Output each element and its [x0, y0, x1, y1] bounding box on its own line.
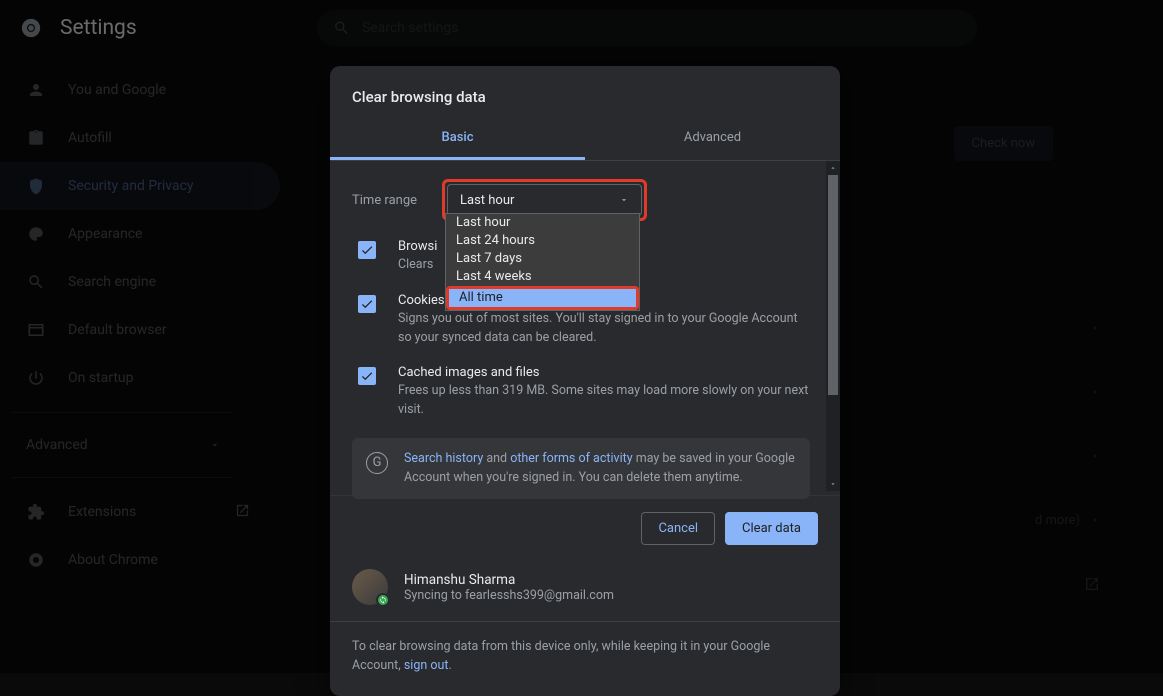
- option-desc: Frees up less than 319 MB. Some sites ma…: [398, 382, 810, 420]
- other-activity-link[interactable]: other forms of activity: [510, 451, 632, 466]
- dropdown-option-last-7-days[interactable]: Last 7 days: [446, 250, 639, 268]
- google-account-info-card: G Search history and other forms of acti…: [352, 438, 810, 500]
- time-range-dropdown: Last hour Last 24 hours Last 7 days Last…: [445, 213, 640, 311]
- tab-basic[interactable]: Basic: [330, 118, 585, 160]
- info-text: Search history and other forms of activi…: [404, 450, 796, 488]
- scrollbar-thumb[interactable]: [828, 175, 838, 395]
- scrollbar-track[interactable]: [826, 161, 840, 491]
- dialog-title: Clear browsing data: [330, 66, 840, 118]
- dialog-tabs: Basic Advanced: [330, 118, 840, 161]
- time-range-select[interactable]: Last hour: [447, 184, 642, 216]
- google-g-icon: G: [366, 452, 388, 474]
- option-title: Browsi: [398, 239, 437, 254]
- sync-badge-icon: [376, 593, 390, 607]
- checkbox-browsing-history[interactable]: [358, 241, 376, 259]
- dropdown-arrow-icon: [619, 195, 629, 205]
- dialog-body: Time range Last hour Last hour Last 24 h…: [330, 161, 840, 491]
- dropdown-option-last-4-weeks[interactable]: Last 4 weeks: [446, 268, 639, 286]
- option-desc: Clears: [398, 256, 437, 275]
- cancel-button[interactable]: Cancel: [641, 512, 715, 545]
- clear-browsing-data-dialog: Clear browsing data Basic Advanced Time …: [330, 66, 840, 696]
- account-name: Himanshu Sharma: [404, 572, 614, 588]
- dialog-footer: Cancel Clear data: [330, 495, 840, 545]
- dropdown-option-all-time[interactable]: All time: [449, 289, 636, 307]
- dropdown-option-last-hour[interactable]: Last hour: [446, 214, 639, 232]
- search-history-link[interactable]: Search history: [404, 451, 483, 466]
- dropdown-option-last-24-hours[interactable]: Last 24 hours: [446, 232, 639, 250]
- scroll-down-arrow[interactable]: [826, 477, 840, 491]
- avatar: [352, 569, 388, 605]
- highlight-box-all-time: All time: [446, 286, 639, 310]
- sign-out-note: To clear browsing data from this device …: [330, 622, 840, 676]
- account-sync-status: Syncing to fearlesshs399@gmail.com: [404, 588, 614, 603]
- option-title: Cached images and files: [398, 365, 810, 380]
- option-desc: Signs you out of most sites. You'll stay…: [398, 310, 810, 348]
- scroll-up-arrow[interactable]: [826, 161, 840, 175]
- sign-out-link[interactable]: sign out: [404, 658, 449, 673]
- tab-advanced[interactable]: Advanced: [585, 118, 840, 160]
- checkbox-cookies[interactable]: [358, 295, 376, 313]
- clear-data-button[interactable]: Clear data: [725, 512, 818, 545]
- account-row: Himanshu Sharma Syncing to fearlesshs399…: [330, 551, 840, 622]
- time-range-value: Last hour: [460, 193, 514, 208]
- checkbox-cached-images[interactable]: [358, 367, 376, 385]
- time-range-label: Time range: [352, 193, 442, 208]
